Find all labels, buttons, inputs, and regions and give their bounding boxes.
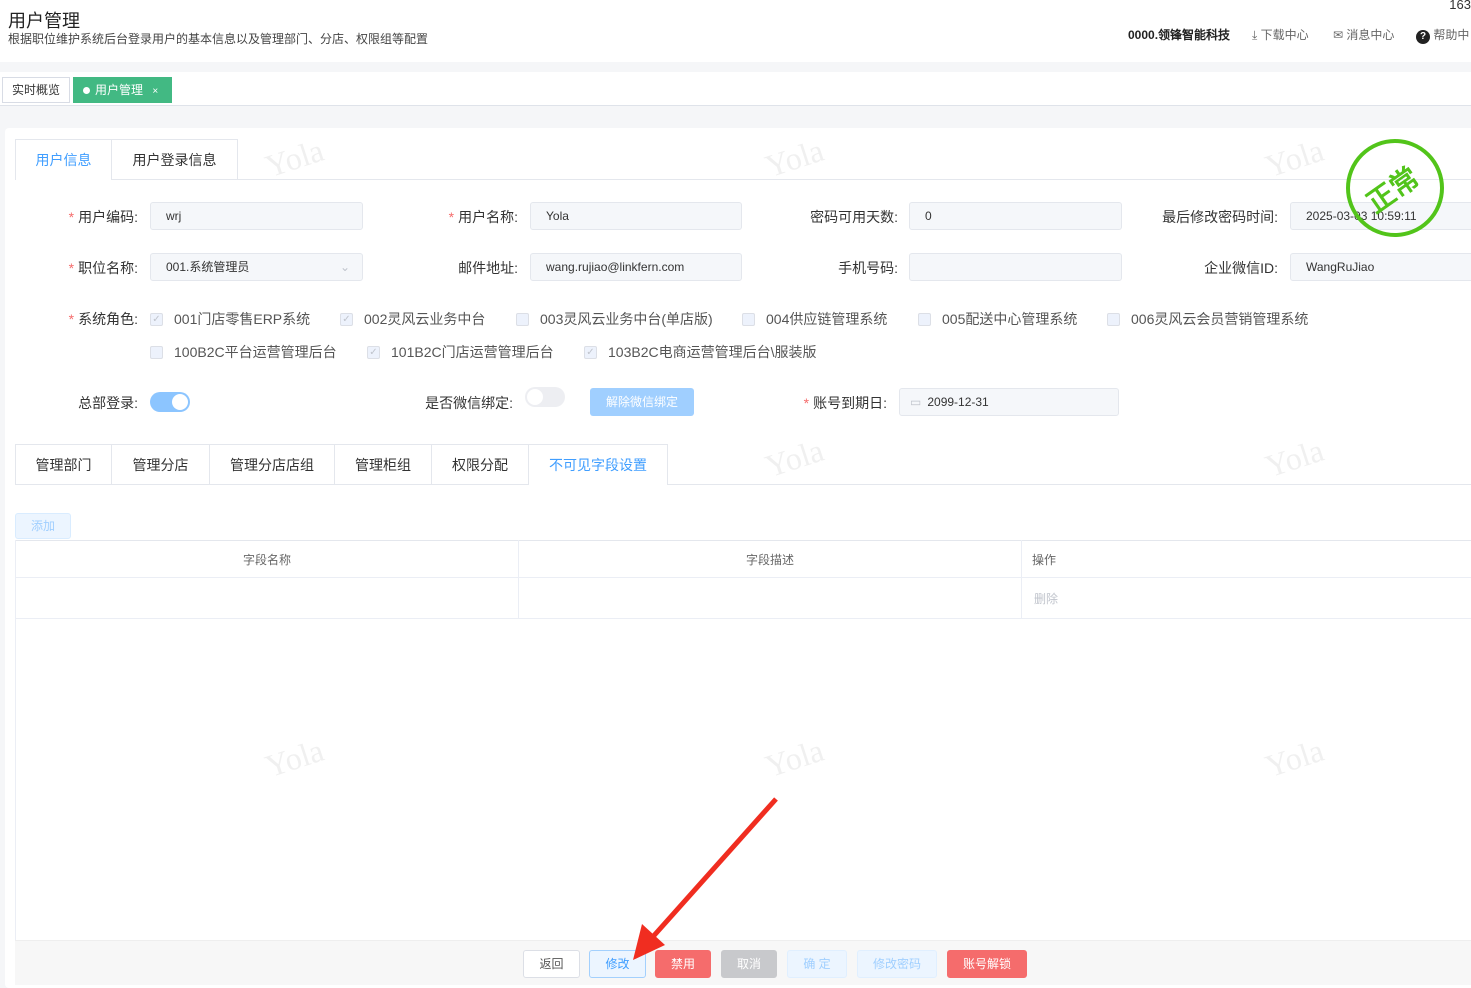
- red-arrow-annotation: [0, 0, 1471, 985]
